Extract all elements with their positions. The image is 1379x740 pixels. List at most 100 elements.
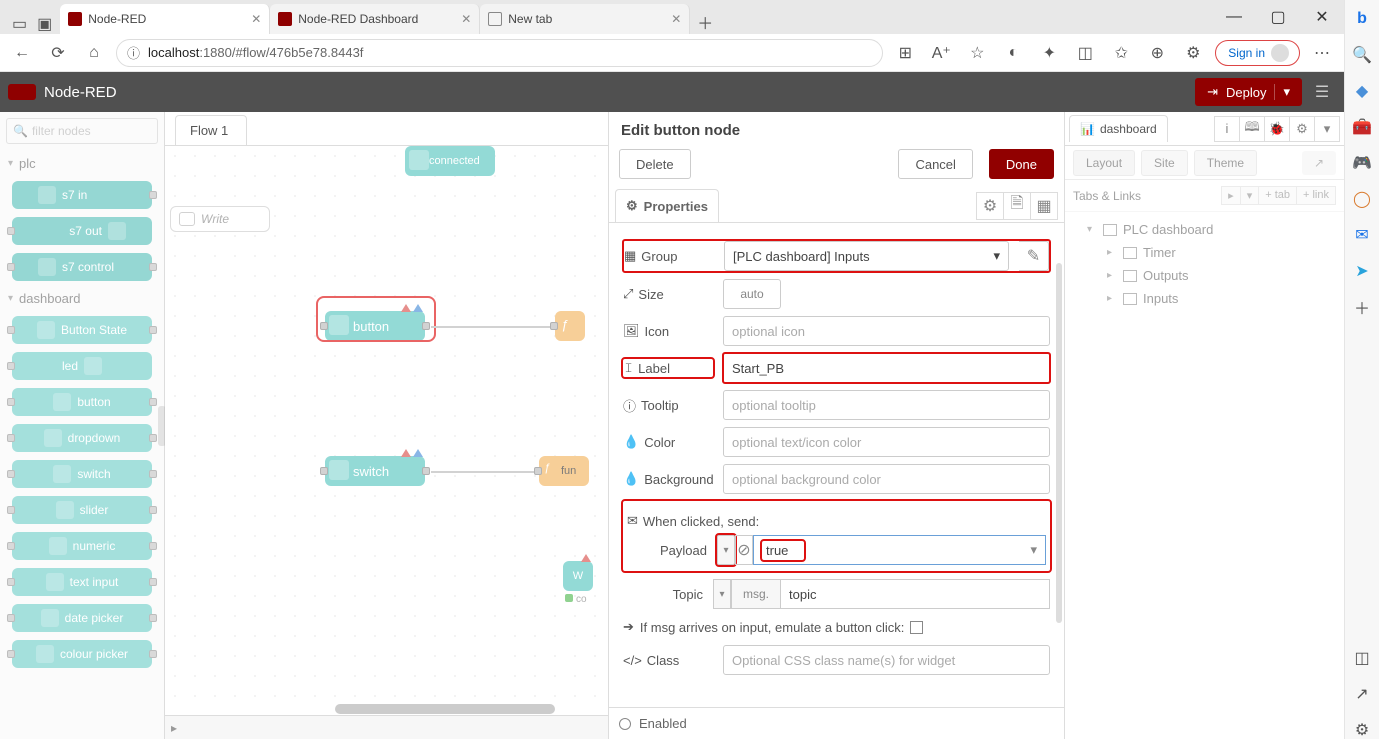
palette-node-date-picker[interactable]: date picker: [12, 604, 152, 632]
add-tab-button[interactable]: + tab: [1258, 186, 1297, 205]
tree-group-timer[interactable]: ▸Timer: [1069, 241, 1340, 264]
performance-icon[interactable]: ⚙: [1179, 39, 1207, 67]
browser-tab-2[interactable]: New tab ✕: [480, 4, 690, 34]
topic-input[interactable]: topic: [781, 579, 1050, 609]
comment-node[interactable]: Write: [170, 206, 270, 232]
new-tab-button[interactable]: ＋: [690, 10, 720, 34]
read-aloud-icon[interactable]: A⁺: [927, 39, 955, 67]
sidebar-tab-dashboard[interactable]: 📊 dashboard: [1069, 115, 1168, 142]
dashboard-popout-icon[interactable]: ↗: [1302, 151, 1336, 175]
browser-tab-0[interactable]: Node-RED ✕: [60, 4, 270, 34]
icon-input[interactable]: optional icon: [723, 316, 1050, 346]
tooltip-input[interactable]: optional tooltip: [723, 390, 1050, 420]
tree-tab-plc-dashboard[interactable]: ▾PLC dashboard: [1069, 218, 1340, 241]
properties-tab[interactable]: ⚙ Properties: [615, 189, 719, 222]
node-settings-icon[interactable]: ⚙: [976, 192, 1004, 220]
split-screen-icon[interactable]: ◫: [1071, 39, 1099, 67]
favorites-bar-icon[interactable]: ✩: [1107, 39, 1135, 67]
cancel-button[interactable]: Cancel: [898, 149, 972, 179]
class-input[interactable]: Optional CSS class name(s) for widget: [723, 645, 1050, 675]
url-input[interactable]: ⓘ localhost:1880/#flow/476b5e78.8443f: [116, 39, 883, 67]
signin-button[interactable]: Sign in: [1215, 40, 1300, 66]
window-maximize-button[interactable]: ▢: [1256, 0, 1300, 34]
edit-group-button[interactable]: ✎: [1019, 241, 1049, 271]
send-icon[interactable]: ➤: [1353, 262, 1371, 280]
favorite-icon[interactable]: ☆: [963, 39, 991, 67]
payload-value-select[interactable]: true ▾: [753, 535, 1046, 565]
chevron-down-icon[interactable]: ▾: [1274, 84, 1290, 100]
canvas-node-connected[interactable]: connected: [405, 146, 495, 176]
delete-button[interactable]: Delete: [619, 149, 691, 179]
extensions-icon[interactable]: ✦: [1035, 39, 1063, 67]
extension-icon[interactable]: ◐: [999, 39, 1027, 67]
sidebar-debug-icon[interactable]: 🐞: [1264, 116, 1290, 142]
palette-category-plc[interactable]: ▾plc: [0, 150, 164, 177]
canvas-node-function-1[interactable]: ƒ: [555, 311, 585, 341]
sidebar-info-icon[interactable]: i: [1214, 116, 1240, 142]
settings-icon[interactable]: ⚙: [1353, 721, 1371, 739]
topic-type-dropdown[interactable]: ▾: [713, 579, 731, 609]
side-panel-icon[interactable]: ◫: [1353, 649, 1371, 667]
subtab-site[interactable]: Site: [1141, 150, 1188, 176]
canvas-node-function-2[interactable]: ƒ fun: [539, 456, 589, 486]
tray-scrollbar[interactable]: [1056, 263, 1062, 623]
wire[interactable]: [431, 471, 541, 473]
input-port[interactable]: [320, 322, 328, 330]
palette-node-switch[interactable]: switch: [12, 460, 152, 488]
subtab-theme[interactable]: Theme: [1194, 150, 1257, 176]
input-port[interactable]: [534, 467, 542, 475]
window-minimize-button[interactable]: —: [1212, 0, 1256, 34]
color-input[interactable]: optional text/icon color: [723, 427, 1050, 457]
expand-all-button[interactable]: ▸: [1221, 186, 1241, 205]
wire[interactable]: [431, 326, 557, 328]
refresh-button[interactable]: ⟳: [44, 39, 72, 67]
palette-node-numeric[interactable]: numeric: [12, 532, 152, 560]
group-select[interactable]: [PLC dashboard] Inputs ▾: [724, 241, 1009, 271]
label-input[interactable]: Start_PB: [723, 353, 1050, 383]
subtab-layout[interactable]: Layout: [1073, 150, 1135, 176]
canvas-node-w[interactable]: W: [563, 561, 593, 591]
done-button[interactable]: Done: [989, 149, 1054, 179]
canvas-node-button[interactable]: button: [325, 311, 425, 341]
back-button[interactable]: ←: [8, 39, 36, 67]
outlook-icon[interactable]: ✉: [1353, 226, 1371, 244]
add-link-button[interactable]: + link: [1296, 186, 1336, 205]
size-button[interactable]: auto: [723, 279, 781, 309]
more-icon[interactable]: ⋯: [1308, 39, 1336, 67]
input-port[interactable]: [550, 322, 558, 330]
window-close-button[interactable]: ✕: [1300, 0, 1344, 34]
office-icon[interactable]: ◯: [1353, 190, 1371, 208]
palette-node-slider[interactable]: slider: [12, 496, 152, 524]
home-button[interactable]: ⌂: [80, 39, 108, 67]
translate-icon[interactable]: ⊞: [891, 39, 919, 67]
flow-tab-1[interactable]: Flow 1: [175, 115, 247, 145]
enabled-toggle[interactable]: [619, 718, 631, 730]
toggle-palette-button[interactable]: ▸: [171, 721, 177, 735]
search-icon[interactable]: 🔍: [1353, 46, 1371, 64]
emulate-checkbox[interactable]: [910, 621, 923, 634]
shopping-icon[interactable]: ◆: [1353, 82, 1371, 100]
canvas-node-switch[interactable]: switch: [325, 456, 425, 486]
deploy-button[interactable]: ⇥ Deploy ▾: [1195, 78, 1302, 106]
palette-filter-input[interactable]: 🔍 filter nodes: [6, 118, 158, 144]
palette-node-s7-in[interactable]: s7 in: [12, 181, 152, 209]
background-input[interactable]: optional background color: [723, 464, 1050, 494]
payload-type-dropdown[interactable]: ▾: [717, 535, 735, 565]
bing-icon[interactable]: b: [1353, 10, 1371, 28]
collapse-all-button[interactable]: ▾: [1240, 186, 1260, 205]
output-port[interactable]: [422, 467, 430, 475]
tools-icon[interactable]: 🧰: [1353, 118, 1371, 136]
palette-node-button[interactable]: button: [12, 388, 152, 416]
close-icon[interactable]: ✕: [671, 12, 681, 26]
palette-category-dashboard[interactable]: ▾dashboard: [0, 285, 164, 312]
sidebar-config-icon[interactable]: ⚙: [1289, 116, 1315, 142]
tab-actions-icon[interactable]: ▭: [12, 14, 27, 34]
palette-node-colour-picker[interactable]: colour picker: [12, 640, 152, 668]
site-info-icon[interactable]: ⓘ: [127, 43, 140, 62]
close-icon[interactable]: ✕: [251, 12, 261, 26]
tree-group-outputs[interactable]: ▸Outputs: [1069, 264, 1340, 287]
tree-group-inputs[interactable]: ▸Inputs: [1069, 287, 1340, 310]
tab-list-icon[interactable]: ▣: [37, 14, 52, 34]
palette-node-dropdown[interactable]: dropdown: [12, 424, 152, 452]
share-icon[interactable]: ↗: [1353, 685, 1371, 703]
